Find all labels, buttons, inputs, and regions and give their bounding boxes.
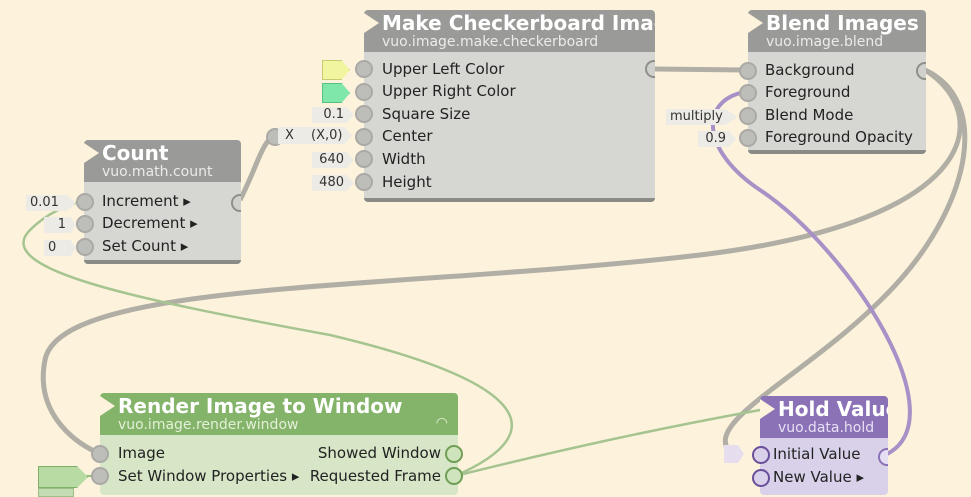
- port-blend-mode-icon[interactable]: [739, 107, 757, 125]
- center-converter[interactable]: X (X,0): [278, 127, 352, 144]
- output-port-icon[interactable]: [231, 194, 241, 212]
- opacity-constant[interactable]: 0.9: [698, 131, 736, 147]
- checkerboard-header[interactable]: Make Checkerboard Image vuo.image.make.c…: [364, 10, 655, 52]
- output-port-icon[interactable]: [878, 448, 888, 466]
- port-window-properties-icon[interactable]: [91, 467, 109, 485]
- requested-frame-port-icon[interactable]: [445, 467, 463, 485]
- port-increment: Increment ▸: [102, 192, 191, 210]
- blend-mode-constant[interactable]: multiply: [666, 109, 738, 125]
- port-square-size-icon[interactable]: [355, 105, 373, 123]
- center-converter-input: X: [285, 128, 294, 143]
- render-subtitle: vuo.image.render.window: [118, 417, 299, 433]
- port-upper-left-color: Upper Left Color: [382, 60, 505, 78]
- hold-header[interactable]: Hold Value vuo.data.hold: [760, 396, 888, 438]
- port-background-icon[interactable]: [739, 62, 757, 80]
- wire-checker-to-background: [654, 66, 746, 73]
- square-size-constant[interactable]: 0.1: [312, 107, 354, 123]
- wire-frame-to-hold: [454, 408, 761, 478]
- node-triangle-icon: [84, 143, 99, 163]
- port-background: Background: [765, 61, 855, 79]
- blend-header[interactable]: Blend Images vuo.image.blend: [748, 10, 926, 52]
- output-port-icon[interactable]: [916, 62, 926, 80]
- render-title: Render Image to Window: [118, 394, 403, 418]
- node-triangle-icon: [364, 13, 379, 33]
- port-height: Height: [382, 173, 432, 191]
- port-upper-right-color-icon[interactable]: [355, 83, 373, 101]
- window-properties-source-base: [38, 488, 74, 497]
- hold-title: Hold Value: [778, 397, 888, 421]
- port-height-icon[interactable]: [355, 173, 373, 191]
- checkerboard-subtitle: vuo.image.make.checkerboard: [382, 34, 599, 50]
- port-upper-left-color-icon[interactable]: [355, 60, 373, 78]
- count-title: Count: [102, 141, 169, 165]
- port-initial-value: Initial Value: [773, 445, 861, 463]
- port-blend-mode: Blend Mode: [765, 106, 854, 124]
- port-decrement: Decrement ▸: [102, 214, 198, 232]
- port-width-icon[interactable]: [355, 150, 373, 168]
- output-port-icon[interactable]: [645, 60, 655, 78]
- node-triangle-icon: [748, 13, 763, 33]
- port-foreground-opacity-icon[interactable]: [739, 129, 757, 147]
- set-count-constant[interactable]: 0: [44, 240, 76, 256]
- port-showed-window: Showed Window: [317, 444, 441, 462]
- port-initial-value-icon[interactable]: [752, 446, 770, 464]
- node-shadow: [84, 260, 241, 264]
- event-throttle-icon: ◠: [435, 415, 448, 431]
- width-constant[interactable]: 640: [312, 152, 354, 168]
- port-center: Center: [382, 127, 433, 145]
- port-image-icon[interactable]: [91, 445, 109, 463]
- count-header[interactable]: Count vuo.math.count: [84, 140, 241, 182]
- port-square-size: Square Size: [382, 105, 471, 123]
- render-header[interactable]: Render Image to Window vuo.image.render.…: [100, 393, 458, 435]
- port-window-properties: Set Window Properties ▸: [118, 467, 300, 485]
- height-constant[interactable]: 480: [312, 175, 354, 191]
- port-width: Width: [382, 150, 426, 168]
- hold-subtitle: vuo.data.hold: [778, 420, 875, 436]
- port-set-count: Set Count ▸: [102, 237, 189, 255]
- port-increment-icon[interactable]: [76, 193, 94, 211]
- port-upper-right-color: Upper Right Color: [382, 82, 516, 100]
- port-foreground-icon[interactable]: [739, 84, 757, 102]
- port-new-value: New Value ▸: [773, 468, 864, 486]
- node-triangle-icon: [760, 399, 775, 419]
- port-decrement-icon[interactable]: [76, 215, 94, 233]
- port-foreground-opacity: Foreground Opacity: [765, 128, 913, 146]
- checkerboard-title: Make Checkerboard Image: [382, 11, 655, 35]
- port-set-count-icon[interactable]: [76, 238, 94, 256]
- increment-constant[interactable]: 0.01: [26, 195, 76, 211]
- blend-title: Blend Images: [766, 11, 919, 35]
- count-subtitle: vuo.math.count: [102, 164, 213, 180]
- center-converter-output: (X,0): [311, 128, 343, 143]
- node-triangle-icon: [100, 396, 115, 416]
- node-shadow: [364, 198, 655, 202]
- port-image: Image: [118, 444, 165, 462]
- decrement-constant[interactable]: 1: [44, 217, 76, 233]
- port-foreground: Foreground: [765, 83, 851, 101]
- port-center-icon[interactable]: [355, 128, 373, 146]
- node-shadow: [748, 150, 926, 154]
- showed-window-port-icon[interactable]: [445, 445, 463, 463]
- port-requested-frame: Requested Frame: [309, 467, 441, 485]
- blend-subtitle: vuo.image.blend: [766, 34, 884, 50]
- port-new-value-icon[interactable]: [752, 469, 770, 487]
